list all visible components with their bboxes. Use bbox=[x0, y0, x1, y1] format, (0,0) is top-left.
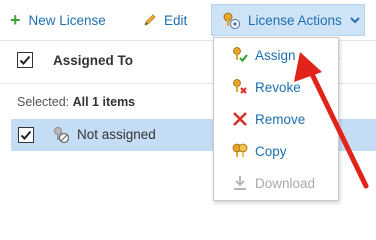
annotation-arrow-icon bbox=[294, 52, 369, 189]
